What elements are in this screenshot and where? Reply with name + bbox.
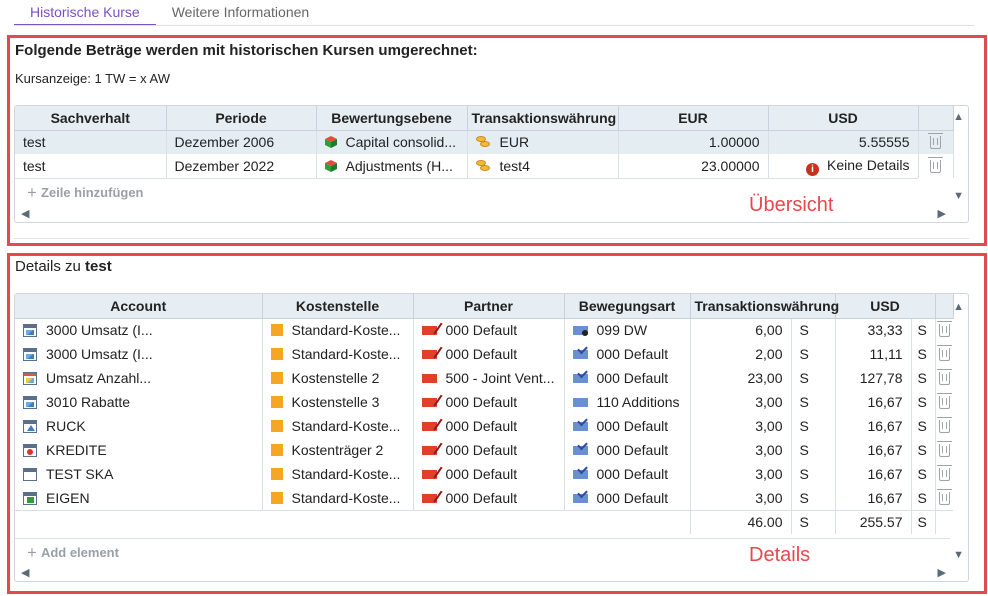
annotation-frame-uebersicht <box>7 35 987 246</box>
tab-historische-kurse[interactable]: Historische Kurse <box>14 0 156 26</box>
tab-weitere-informationen[interactable]: Weitere Informationen <box>156 0 325 26</box>
tab-divider <box>14 25 974 26</box>
tab-bar: Historische Kurse Weitere Informationen <box>14 0 325 26</box>
annotation-frame-details <box>7 253 987 594</box>
